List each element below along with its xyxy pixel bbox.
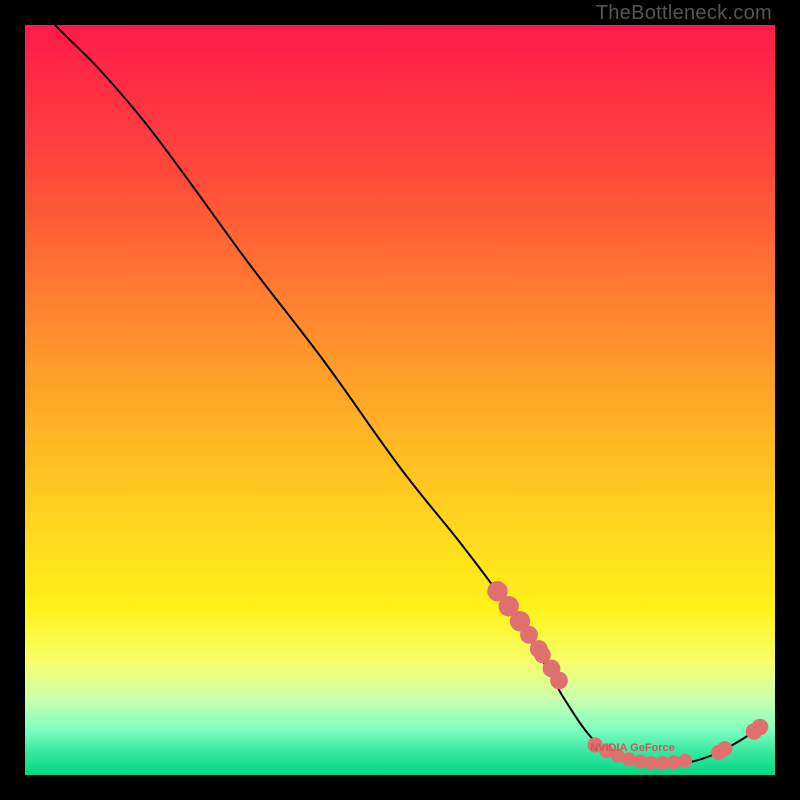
highlight-dot — [717, 741, 732, 756]
highlight-dot — [678, 754, 692, 768]
series-annotation: NVIDIA GeForce — [590, 742, 675, 754]
highlight-dot — [550, 672, 568, 690]
bottleneck-chart: NVIDIA GeForce — [25, 25, 775, 775]
highlight-dot — [752, 719, 769, 736]
gradient-background — [25, 25, 775, 775]
attribution-watermark: TheBottleneck.com — [596, 2, 772, 25]
